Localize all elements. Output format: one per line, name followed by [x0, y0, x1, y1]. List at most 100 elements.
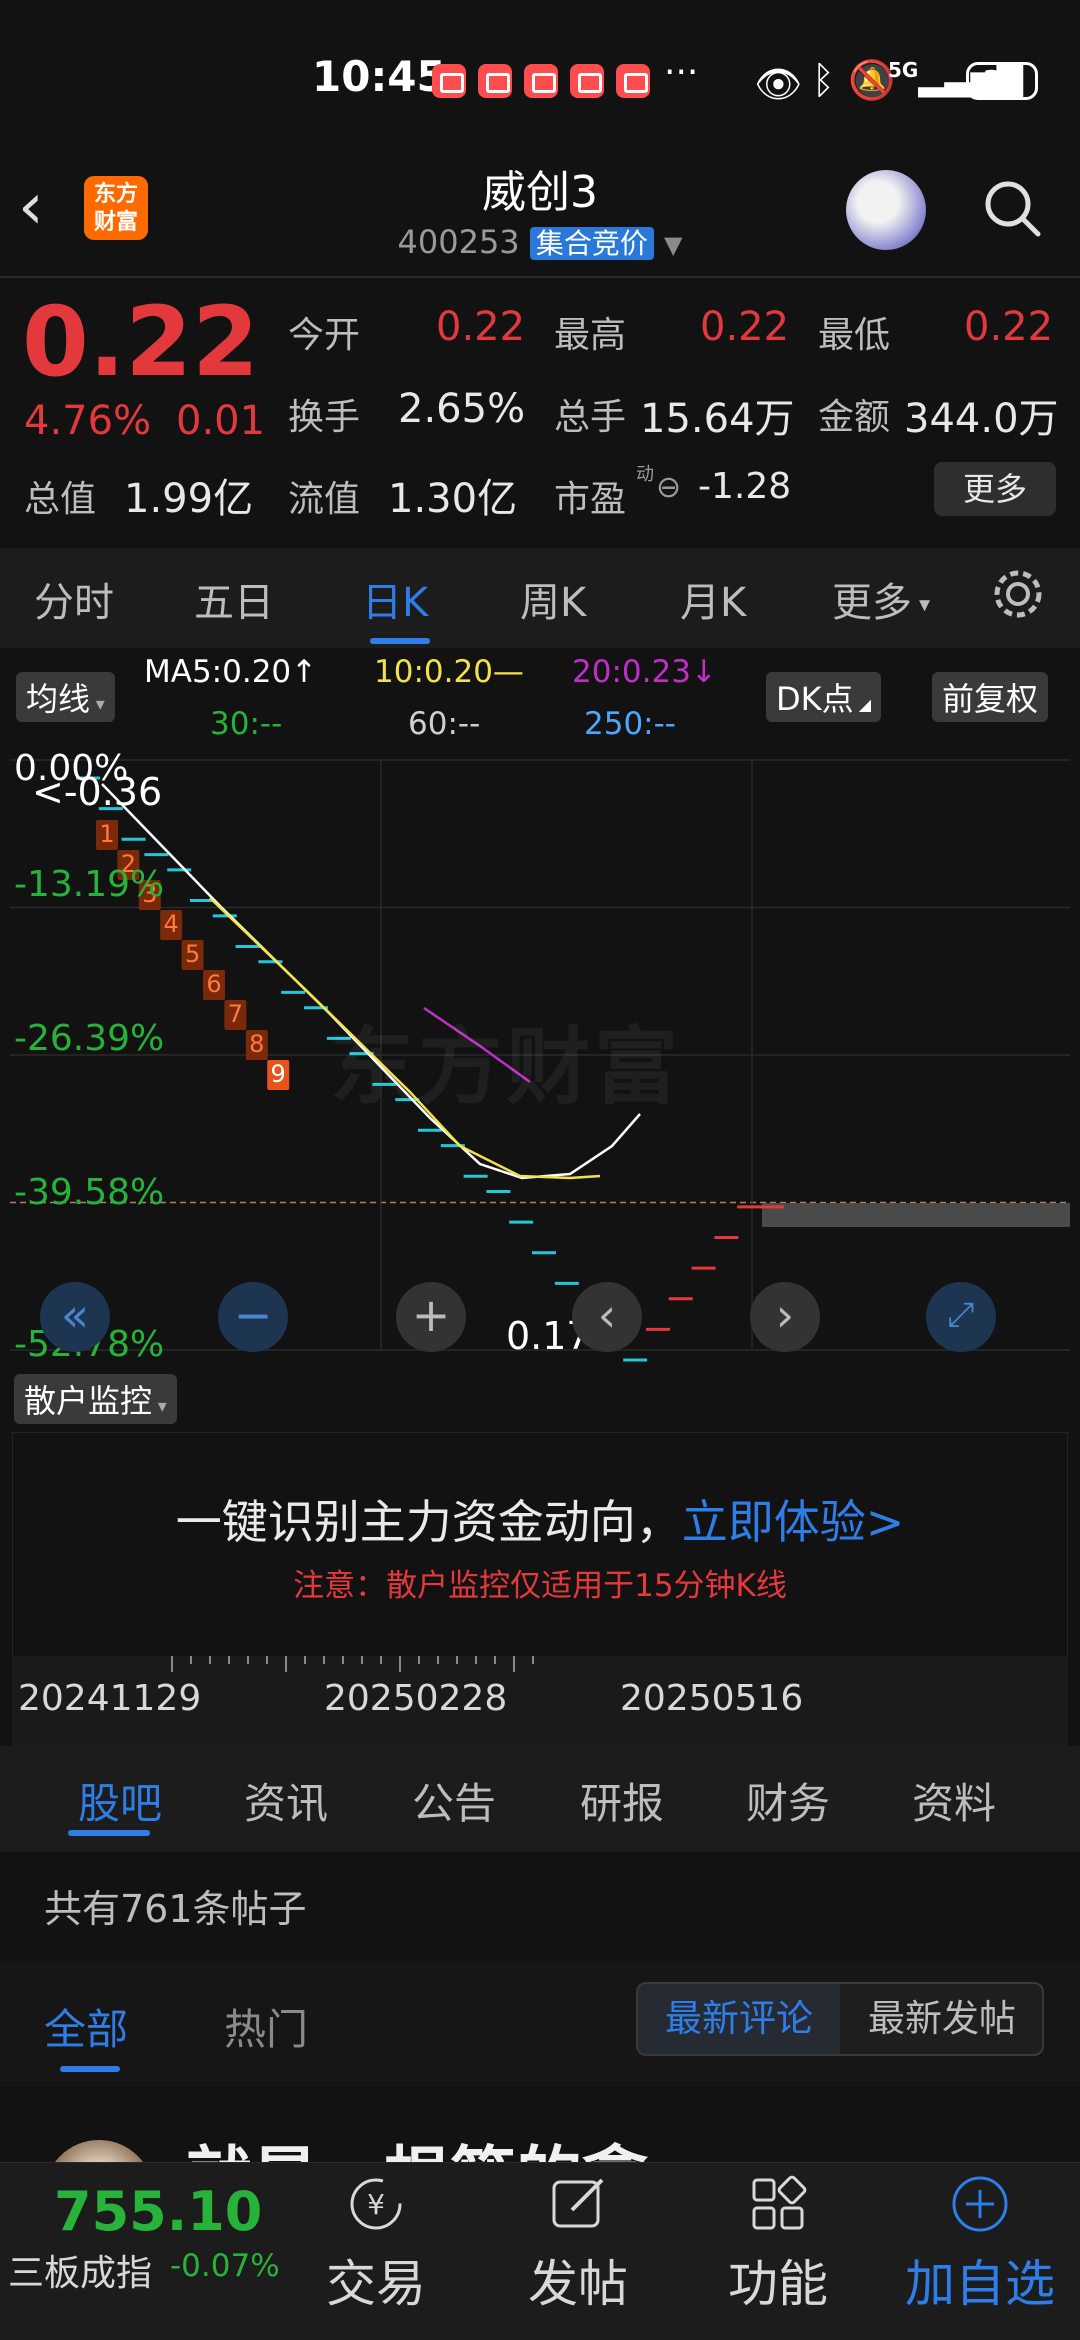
y-axis-label: -26.39%	[14, 1018, 165, 1059]
open-label: 今开	[288, 315, 361, 356]
y-axis-label: -13.19%	[14, 864, 165, 905]
change-percent: 4.76%	[24, 398, 152, 444]
ma-selector[interactable]: 均线 ▾	[16, 672, 115, 722]
tab-news[interactable]: 资讯	[244, 1770, 328, 1831]
tab-daily-k[interactable]: 日K	[362, 570, 428, 628]
x-axis-label: 20241129	[18, 1678, 202, 1719]
trade-icon[interactable]: ¥	[344, 2172, 408, 2236]
tab-research[interactable]: 研报	[580, 1770, 664, 1831]
caret-down-icon: ▾	[912, 592, 931, 618]
chevron-right-icon[interactable]: ›	[750, 1282, 820, 1352]
current-price: 0.22	[22, 286, 259, 398]
tab-forum[interactable]: 股吧	[78, 1770, 162, 1831]
sort-latest-comment[interactable]: 最新评论	[638, 1984, 840, 2054]
ma250-value: 250:--	[584, 706, 676, 742]
info-icon[interactable]: ⊖	[656, 470, 681, 505]
ma20-value: 20:0.23↓	[572, 654, 717, 690]
change-amount: 0.01	[176, 398, 266, 444]
y-axis-label: -39.58%	[14, 1172, 165, 1213]
dropdown-icon: ▼	[664, 231, 683, 259]
filter-hot[interactable]: 热门	[224, 1996, 308, 2057]
pe-label: 市盈	[554, 479, 627, 520]
countdown-label: 1	[99, 820, 114, 848]
notification-icon	[432, 64, 466, 98]
add-favorite-label[interactable]: 加自选	[900, 2244, 1060, 2316]
tab-profile[interactable]: 资料	[912, 1770, 996, 1831]
rewind-icon[interactable]: «	[40, 1282, 110, 1352]
trade-label[interactable]: 交易	[296, 2244, 456, 2316]
index-change: -0.07%	[170, 2248, 280, 2284]
adjust-button[interactable]: 前复权	[932, 672, 1049, 722]
compose-label[interactable]: 发帖	[498, 2244, 658, 2316]
more-button[interactable]: 更多	[934, 462, 1056, 516]
tab-more[interactable]: 更多 ▾	[832, 570, 930, 628]
stock-code: 400253	[397, 223, 520, 261]
tab-monthly-k[interactable]: 月K	[680, 570, 746, 628]
more-notifications-icon: ···	[664, 52, 699, 93]
add-favorite-icon[interactable]	[948, 2172, 1012, 2236]
price-range-bar	[762, 1203, 1070, 1227]
volume-label: 总手	[554, 397, 627, 438]
caret-down-icon: ▾	[90, 694, 105, 715]
filter-underline	[60, 2066, 120, 2072]
function-label[interactable]: 功能	[698, 2244, 858, 2316]
grid-icon[interactable]	[746, 2172, 810, 2236]
ma10-value: 10:0.20—	[374, 654, 524, 690]
high-value: 0.22	[700, 304, 790, 350]
open-value: 0.22	[436, 304, 526, 350]
zoom-out-icon[interactable]: −	[218, 1282, 288, 1352]
x-axis-label: 20250228	[324, 1678, 508, 1719]
gear-icon[interactable]	[990, 566, 1046, 622]
notification-icon	[616, 64, 650, 98]
notification-icon	[478, 64, 512, 98]
fullscreen-icon[interactable]: ⤢	[926, 1282, 996, 1352]
post-count: 共有761条帖子	[44, 1887, 307, 1931]
retail-monitor-selector[interactable]: 散户监控 ▾	[14, 1374, 177, 1424]
notification-icon	[570, 64, 604, 98]
eye-icon: 👁	[754, 62, 803, 106]
divider	[0, 276, 1080, 278]
tab-more-label: 更多	[832, 580, 912, 626]
auction-badge: 集合竞价	[529, 227, 654, 260]
pe-super: 动	[636, 464, 654, 485]
float-value: 1.30亿	[388, 476, 518, 522]
amount-label: 金额	[818, 397, 891, 438]
dk-point-button[interactable]: DK点 ◢	[766, 672, 882, 722]
corner-icon: ◢	[853, 695, 872, 714]
countdown-label: 4	[164, 910, 179, 938]
float-label: 流值	[288, 479, 361, 520]
tab-underline	[68, 1830, 150, 1836]
tab-intraday[interactable]: 分时	[34, 570, 114, 628]
monitor-promo: 一键识别主力资金动向，立即体验>	[0, 1486, 1080, 1552]
index-name[interactable]: 三板成指	[8, 2244, 152, 2296]
monitor-note: 注意：散户监控仅适用于15分钟K线	[293, 1568, 787, 1604]
search-icon[interactable]	[980, 176, 1044, 240]
sort-toggle: 最新评论 最新发帖	[636, 1982, 1044, 2056]
filter-all[interactable]: 全部	[44, 1996, 128, 2057]
caret-down-icon: ▾	[152, 1396, 167, 1417]
ma30-value: 30:--	[210, 706, 283, 742]
low-value: 0.22	[964, 304, 1054, 350]
tab-five-day[interactable]: 五日	[194, 570, 274, 628]
svg-text:¥: ¥	[367, 2188, 385, 2221]
amount-value: 344.0万	[904, 396, 1059, 442]
mktcap-label: 总值	[24, 479, 97, 520]
tab-finance[interactable]: 财务	[746, 1770, 830, 1831]
try-now-link[interactable]: 立即体验>	[682, 1495, 905, 1549]
x-axis-label: 20250516	[620, 1678, 804, 1719]
chevron-left-icon[interactable]: ‹	[572, 1282, 642, 1352]
tab-underline	[370, 638, 430, 644]
assistant-robot-icon[interactable]	[846, 170, 926, 250]
pe-value: -1.28	[698, 466, 792, 507]
compose-icon[interactable]	[546, 2172, 610, 2236]
tab-weekly-k[interactable]: 周K	[520, 570, 586, 628]
bluetooth-icon: ᛒ	[812, 58, 835, 102]
high-label: 最高	[554, 315, 627, 356]
sort-latest-post[interactable]: 最新发帖	[842, 1984, 1042, 2054]
countdown-label: 7	[228, 1000, 243, 1028]
index-value[interactable]: 755.10	[54, 2180, 262, 2243]
zoom-in-icon[interactable]: +	[396, 1282, 466, 1352]
ma-selector-label: 均线	[26, 680, 91, 718]
retail-monitor-label: 散户监控	[24, 1382, 153, 1420]
tab-announcements[interactable]: 公告	[412, 1770, 496, 1831]
